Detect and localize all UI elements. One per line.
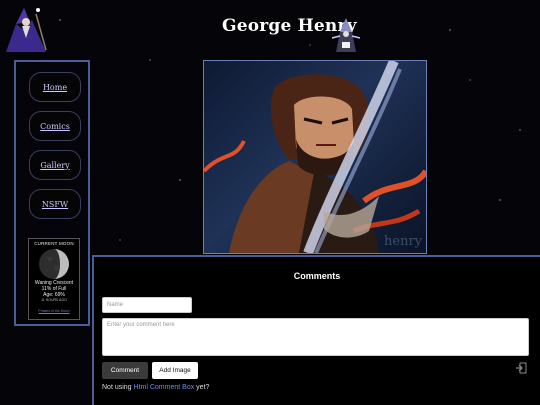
nav-gallery-link[interactable]: Gallery <box>29 150 81 180</box>
nav-nsfw-link[interactable]: NSFW <box>29 189 81 219</box>
name-input[interactable]: Name <box>102 297 192 313</box>
artwork-watermark: henry <box>384 234 422 249</box>
featured-artwork: henry <box>203 60 427 254</box>
moon-widget-title: CURRENT MOON <box>34 241 74 246</box>
moon-phase-widget: CURRENT MOON Waning Crescent 11% of Full… <box>28 238 80 320</box>
moon-icon <box>39 249 69 279</box>
add-image-button[interactable]: Add Image <box>152 362 198 379</box>
artwork-illustration <box>204 61 426 253</box>
moon-phases-link[interactable]: Phases of the Moon <box>29 309 79 313</box>
moon-extra: 11 HOURS AGO <box>41 298 67 302</box>
nav-comics-link[interactable]: Comics <box>29 111 81 141</box>
sidebar: Home Comics Gallery NSFW CURRENT MOON Wa… <box>14 60 90 326</box>
wizard-robe-icon <box>331 18 361 52</box>
comments-heading: Comments <box>293 271 341 281</box>
wizard-logo-icon <box>6 8 47 52</box>
footer-note: Not using Html Comment Box yet? <box>102 384 209 391</box>
logout-icon[interactable] <box>515 362 527 374</box>
footer-suffix: yet? <box>196 384 210 391</box>
comment-textarea[interactable]: Enter your comment here <box>102 318 529 356</box>
html-comment-box-link[interactable]: Html Comment Box <box>134 384 195 391</box>
comment-button[interactable]: Comment <box>102 362 148 379</box>
comment-box: Comments Name Enter your comment here Co… <box>92 255 540 405</box>
footer-prefix: Not using <box>102 384 132 391</box>
nav-home-link[interactable]: Home <box>29 72 81 102</box>
